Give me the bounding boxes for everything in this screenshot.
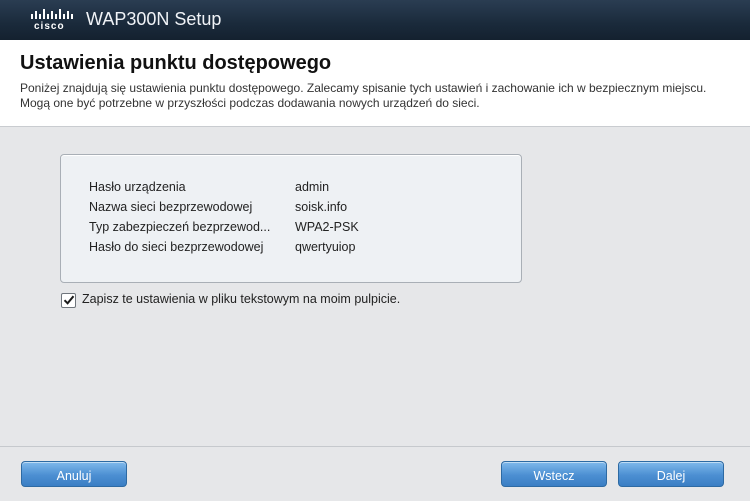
setting-label: Nazwa sieci bezprzewodowej	[89, 200, 253, 214]
title-bar: cisco WAP300N Setup	[0, 0, 750, 40]
setting-label: Hasło urządzenia	[89, 180, 186, 194]
main-content: Hasło urządzenia admin Nazwa sieci bezpr…	[0, 127, 750, 446]
settings-summary-panel: Hasło urządzenia admin Nazwa sieci bezpr…	[60, 154, 522, 283]
back-button[interactable]: Wstecz	[501, 461, 607, 487]
setting-value: WPA2-PSK	[295, 220, 359, 234]
checkmark-icon	[63, 295, 75, 305]
next-button[interactable]: Dalej	[618, 461, 724, 487]
setting-value: soisk.info	[295, 200, 348, 214]
setting-label: Typ zabezpieczeń bezprzewod...	[89, 220, 271, 234]
brand-text: cisco	[34, 21, 65, 32]
page-title: Ustawienia punktu dostępowego	[20, 52, 332, 74]
setting-label: Hasło do sieci bezprzewodowej	[89, 240, 264, 254]
page-description: Poniżej znajdują się ustawienia punktu d…	[20, 81, 707, 110]
cancel-button[interactable]: Anuluj	[21, 461, 127, 487]
setting-value: qwertyuiop	[295, 240, 356, 254]
setting-value: admin	[295, 180, 330, 194]
window-title: WAP300N Setup	[86, 9, 222, 29]
save-to-desktop-checkbox[interactable]	[61, 293, 76, 308]
footer-bar: Anuluj Wstecz Dalej	[0, 446, 750, 501]
save-to-desktop-label[interactable]: Zapisz te ustawienia w pliku tekstowym n…	[82, 292, 400, 306]
page-header: Ustawienia punktu dostępowego Poniżej zn…	[0, 40, 750, 127]
cisco-logo: cisco	[28, 6, 76, 34]
